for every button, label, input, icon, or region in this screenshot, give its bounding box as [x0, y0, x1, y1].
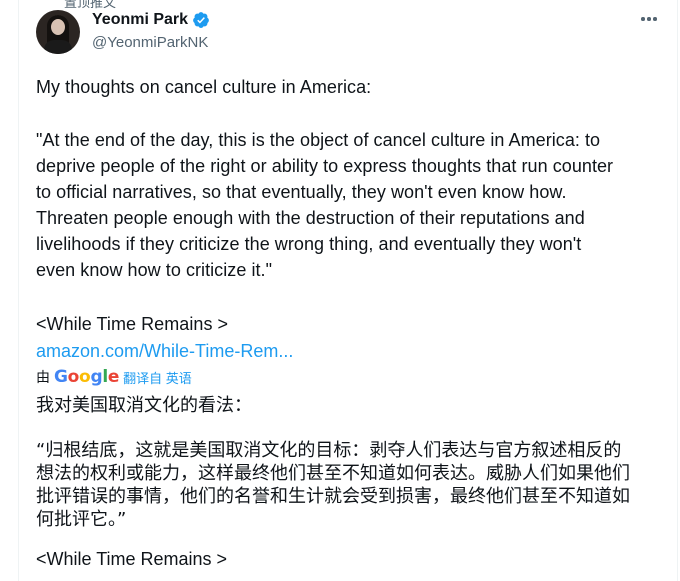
tweet-intro-text: My thoughts on cancel culture in America…: [36, 77, 372, 97]
avatar[interactable]: [36, 10, 80, 54]
translation-attribution: 由 Google 翻译自 英语: [36, 367, 192, 387]
pinned-label: 置顶推文: [64, 0, 117, 10]
avatar-face: [51, 19, 65, 35]
google-letter: g: [90, 367, 103, 387]
tweet-book-title: <While Time Remains >: [36, 314, 229, 334]
amazon-link[interactable]: amazon.com/While-Time-Rem...: [36, 338, 293, 364]
more-dot: [647, 17, 651, 21]
more-options-icon[interactable]: [638, 8, 660, 30]
verified-badge-icon: [193, 12, 209, 28]
translated-book-title: <While Time Remains >: [36, 549, 228, 569]
author-display-name[interactable]: Yeonmi Park: [92, 11, 188, 29]
translated-intro-text: 我对美国取消文化的看法：: [36, 395, 252, 416]
more-dot: [641, 17, 645, 21]
translated-from-link[interactable]: 翻译自 英语: [123, 368, 192, 387]
more-dot: [653, 17, 657, 21]
google-letter: o: [79, 367, 91, 387]
avatar-body: [44, 40, 72, 54]
author-name-row[interactable]: Yeonmi Park: [92, 11, 210, 29]
translated-quote-text: “归根结底，这就是美国取消文化的目标：剥夺人们表达与官方叙述相反的 想法的权利或…: [36, 440, 630, 530]
google-letter: G: [54, 367, 68, 387]
google-letter: e: [107, 367, 120, 387]
google-logo: Google: [54, 367, 119, 387]
translated-by-label: 由: [36, 369, 50, 385]
author-handle[interactable]: @YeonmiParkNK: [92, 34, 208, 51]
google-letter: o: [67, 367, 80, 387]
tweet-quote-text: "At the end of the day, this is the obje…: [36, 130, 614, 280]
tweet-frame: 置顶推文 Yeonmi Park @YeonmiParkNK My though…: [0, 0, 680, 581]
